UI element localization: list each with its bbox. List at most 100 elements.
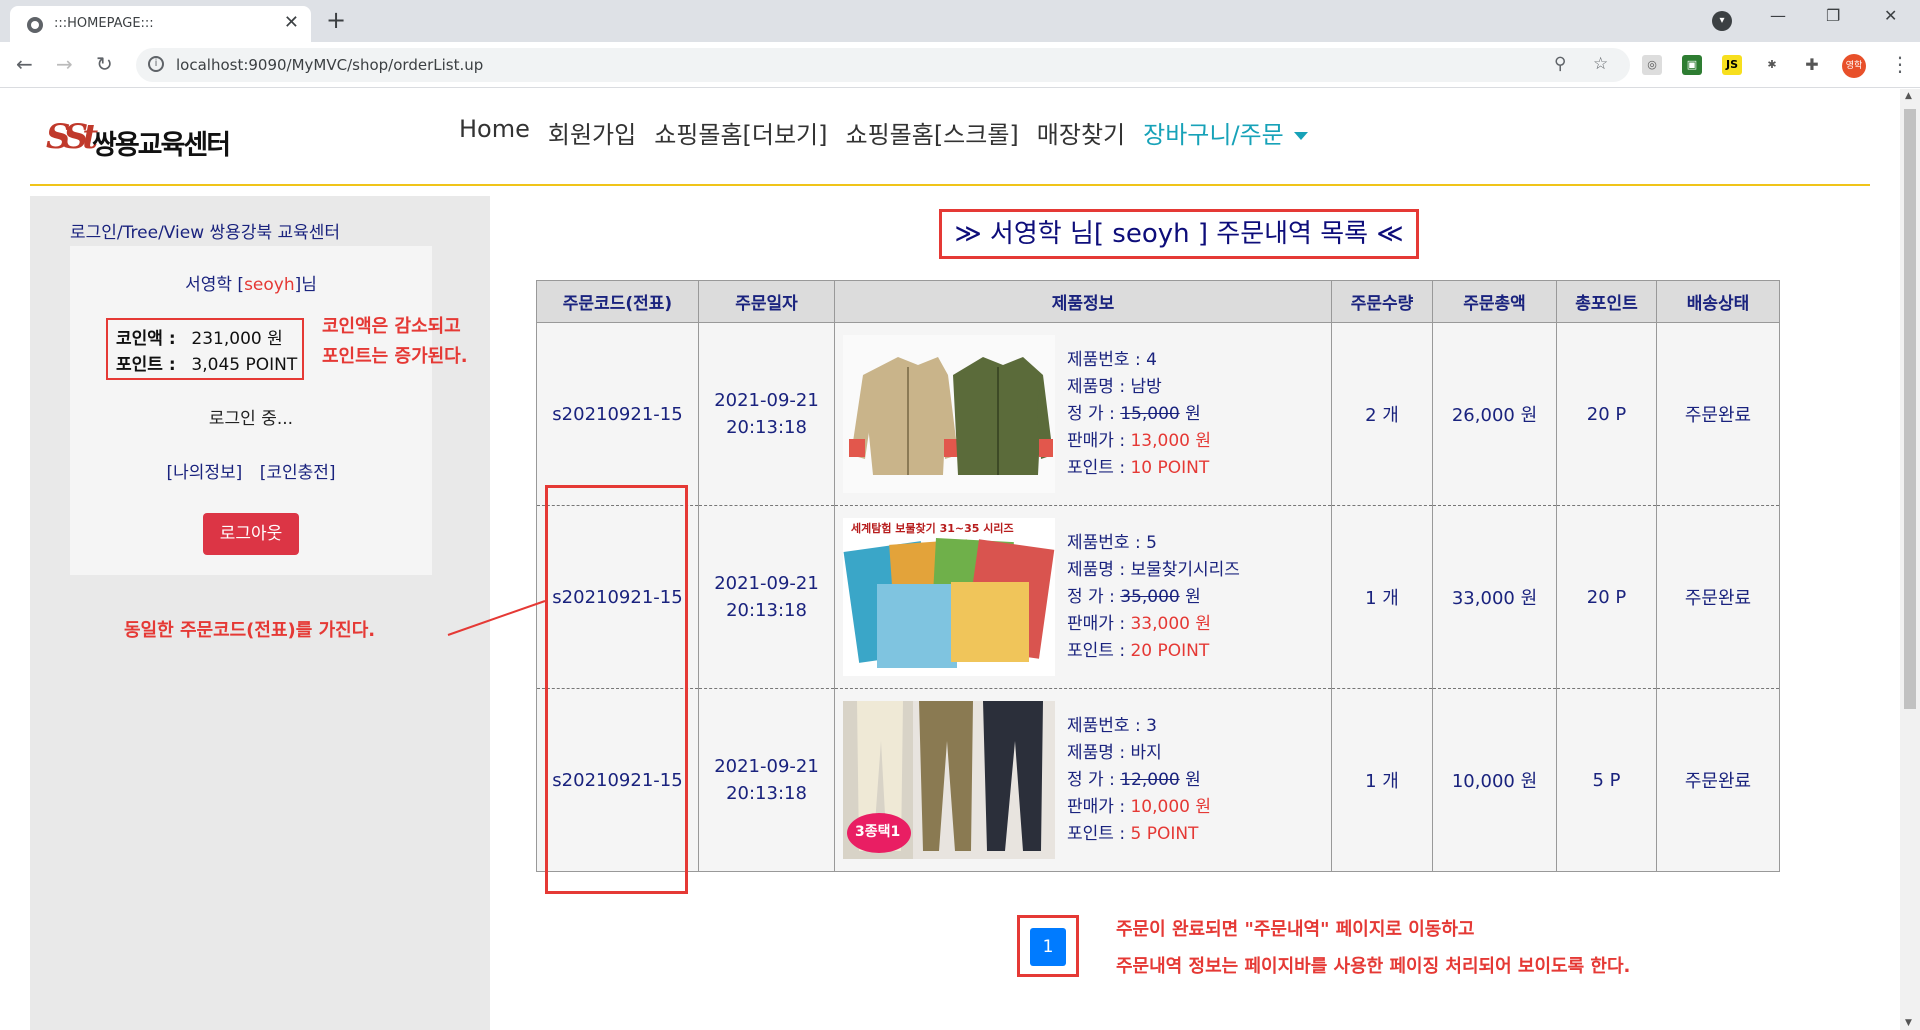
product-sale-price: 판매가 : 13,000 원 <box>1067 428 1211 455</box>
browser-tab-bar: :::HOMEPAGE::: ✕ + ▾ — ❐ ✕ <box>0 0 1920 42</box>
extension-icon[interactable]: ▣ <box>1682 55 1702 75</box>
jacket-image[interactable] <box>843 335 1055 493</box>
scrollbar-thumb[interactable] <box>1904 109 1916 709</box>
annotation-coin-1: 코인액은 감소되고 <box>322 316 461 337</box>
logout-button[interactable]: 로그아웃 <box>203 513 299 555</box>
order-points: 5 P <box>1556 688 1657 872</box>
sale-price-value: 10,000 원 <box>1130 796 1211 817</box>
user-id: seoyh <box>244 275 295 295</box>
order-date: 2021-09-21 20:13:18 <box>698 688 835 872</box>
restore-icon[interactable]: ❐ <box>1826 6 1840 25</box>
list-price-value: 15,000 <box>1120 403 1180 424</box>
extension-icon[interactable]: ◎ <box>1642 55 1662 75</box>
user-suffix: 님 <box>301 275 317 295</box>
nav-shop-scroll[interactable]: 쇼핑몰홈[스크롤] <box>837 115 1028 150</box>
product-number: 제품번호 : 5 <box>1067 532 1157 553</box>
account-links: [나의정보] [코인충전] <box>70 458 432 483</box>
order-total: 26,000 원 <box>1432 322 1557 506</box>
col-order-date: 주문일자 <box>698 280 835 323</box>
product-list-price: 정 가 : 15,000 원 <box>1067 401 1211 428</box>
order-total: 33,000 원 <box>1432 505 1557 689</box>
zoom-icon[interactable]: ⚲ <box>1554 54 1566 74</box>
list-price-unit: 원 <box>1179 586 1201 607</box>
nav-store-finder[interactable]: 매장찾기 <box>1028 115 1134 150</box>
scroll-up-icon[interactable]: ▲ <box>1905 91 1912 101</box>
site-header: SSt 쌍용교육센터 Home 회원가입 쇼핑몰홈[더보기] 쇼핑몰홈[스크롤]… <box>30 89 1870 186</box>
js-extension-icon[interactable]: JS <box>1722 55 1742 75</box>
forward-icon[interactable]: → <box>56 52 73 76</box>
product-point: 포인트 : 5 POINT <box>1067 821 1211 848</box>
list-price-unit: 원 <box>1179 403 1201 424</box>
product-number: 제품번호 : 3 <box>1067 715 1157 736</box>
new-tab-icon[interactable]: + <box>326 6 346 34</box>
reload-icon[interactable]: ↻ <box>96 52 113 76</box>
kebab-menu-icon[interactable]: ⋮ <box>1890 52 1910 76</box>
point-label: 포인트 : <box>116 355 176 375</box>
nav-home[interactable]: Home <box>450 115 539 150</box>
list-price-unit: 원 <box>1179 769 1201 790</box>
coin-label: 코인액 : <box>116 329 176 349</box>
point-value: 5 POINT <box>1130 823 1199 844</box>
my-info-link[interactable]: [나의정보] <box>166 463 242 483</box>
caret-down-icon <box>1293 132 1308 140</box>
profile-avatar[interactable]: 영학 <box>1842 54 1866 78</box>
order-total: 10,000 원 <box>1432 688 1557 872</box>
login-status: 로그인 중... <box>208 409 294 429</box>
nav-cart-order-label: 장바구니/주문 <box>1143 121 1284 149</box>
order-quantity: 1 개 <box>1331 688 1433 872</box>
table-header-row: 주문코드(전표) 주문일자 제품정보 주문수량 주문총액 총포인트 배송상태 <box>536 280 1780 323</box>
product-details: 제품번호 : 3 제품명 : 바지 정 가 : 12,000 원 판매가 : 1… <box>1067 713 1211 848</box>
back-icon[interactable]: ← <box>16 52 33 76</box>
col-delivery-status: 배송상태 <box>1656 280 1780 323</box>
product-info: 3종택1 제품번호 : 3 제품명 : 바지 정 가 : 12,000 원 판매… <box>834 688 1332 872</box>
close-window-icon[interactable]: ✕ <box>1884 6 1897 25</box>
order-code: s20210921-15 <box>536 322 699 506</box>
puzzle-icon[interactable]: ✚ <box>1802 55 1822 75</box>
login-box: 서영학 [seoyh]님 코인액 : 231,000 원 포인트 : 3,045… <box>70 246 468 575</box>
annotation-coin-2: 포인트는 증가된다. <box>322 346 468 367</box>
nav-signup[interactable]: 회원가입 <box>539 115 645 150</box>
product-details: 제품번호 : 5 제품명 : 보물찾기시리즈 정 가 : 35,000 원 판매… <box>1067 530 1240 665</box>
nav-cart-order[interactable]: 장바구니/주문 <box>1134 115 1317 150</box>
order-date-time: 20:13:18 <box>726 600 807 621</box>
order-points: 20 P <box>1556 505 1657 689</box>
books-image[interactable]: 세계탐험 보물찾기 31~35 시리즈 <box>843 518 1055 676</box>
close-tab-icon[interactable]: ✕ <box>284 12 299 33</box>
annotation-same-code: 동일한 주문코드(전표)를 가진다. <box>124 620 376 641</box>
coin-charge-link[interactable]: [코인충전] <box>260 463 336 483</box>
delivery-status: 주문완료 <box>1656 505 1780 689</box>
info-icon[interactable]: i <box>148 56 164 72</box>
bug-extension-icon[interactable]: ✱ <box>1762 55 1782 75</box>
nav-shop-more[interactable]: 쇼핑몰홈[더보기] <box>645 115 836 150</box>
product-name: 제품명 : 보물찾기시리즈 <box>1067 559 1240 580</box>
product-point: 포인트 : 20 POINT <box>1067 638 1240 665</box>
minimize-icon[interactable]: — <box>1770 6 1786 25</box>
address-bar[interactable]: i localhost:9090/MyMVC/shop/orderList.up… <box>136 48 1630 82</box>
order-date-day: 2021-09-21 <box>714 573 819 594</box>
table-row: s20210921-15 2021-09-21 20:13:18 <box>536 322 1780 506</box>
product-name: 제품명 : 남방 <box>1067 376 1162 397</box>
sale-price-label: 판매가 : <box>1067 796 1131 817</box>
sale-price-value: 13,000 원 <box>1130 430 1211 451</box>
list-price-label: 정 가 : <box>1067 403 1121 424</box>
page-scrollbar[interactable]: ▲ ▼ <box>1900 89 1920 1030</box>
page-button-1[interactable]: 1 <box>1030 928 1066 966</box>
order-quantity: 1 개 <box>1331 505 1433 689</box>
scroll-down-icon[interactable]: ▼ <box>1905 1018 1912 1028</box>
tab-search-icon[interactable]: ▾ <box>1712 11 1732 31</box>
product-details: 제품번호 : 4 제품명 : 남방 정 가 : 15,000 원 판매가 : 1… <box>1067 347 1211 482</box>
point-value: 20 POINT <box>1130 640 1210 661</box>
col-points: 총포인트 <box>1556 280 1657 323</box>
point-value: 3,045 POINT <box>191 355 298 375</box>
pager-highlight: 1 <box>1017 915 1079 977</box>
sidebar: 로그인/Tree/View 쌍용강북 교육센터 서영학 [seoyh]님 코인액… <box>30 196 490 1030</box>
main-nav: Home 회원가입 쇼핑몰홈[더보기] 쇼핑몰홈[스크롤] 매장찾기 장바구니/… <box>450 115 1317 150</box>
order-quantity: 2 개 <box>1331 322 1433 506</box>
pants-image-caption: 3종택1 <box>855 824 901 840</box>
browser-tab[interactable]: :::HOMEPAGE::: ✕ <box>10 6 311 42</box>
point-row: 포인트 : 3,045 POINT <box>116 350 297 375</box>
order-date-day: 2021-09-21 <box>714 756 819 777</box>
bookmark-star-icon[interactable]: ☆ <box>1593 54 1608 74</box>
pants-image[interactable]: 3종택1 <box>843 701 1055 859</box>
order-code-highlight <box>545 485 688 894</box>
